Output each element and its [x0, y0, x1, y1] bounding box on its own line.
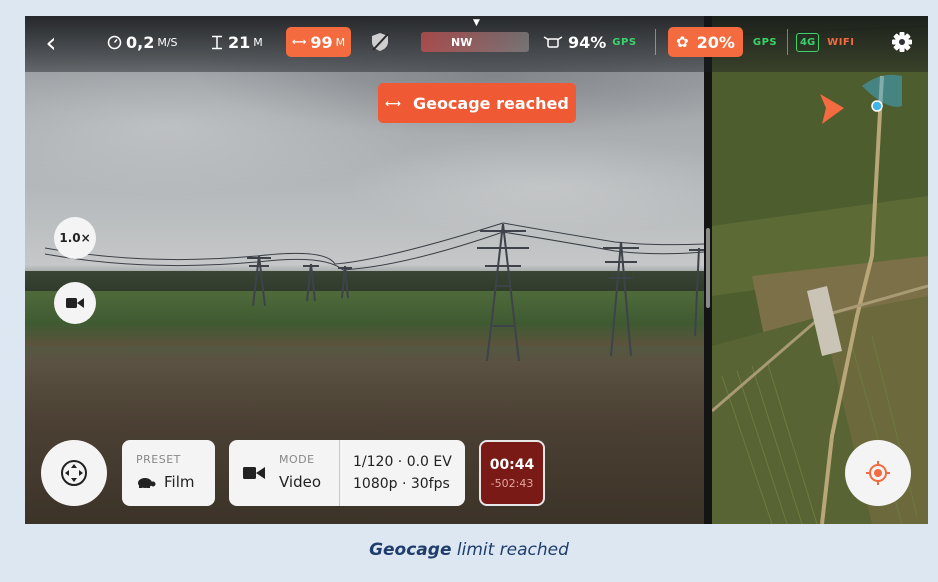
record-remaining: -502:43: [490, 476, 534, 490]
wifi-indicator: WIFI: [827, 36, 855, 48]
home-point-marker: [871, 100, 883, 112]
split-drag-handle[interactable]: [706, 228, 710, 308]
distance-limit-icon: ⟷: [385, 96, 401, 110]
distance-unit: M: [335, 35, 346, 49]
distance-readout: ⟷ 99 M: [286, 16, 352, 68]
controller-battery-readout: ✿ 20% GPS: [655, 16, 777, 68]
turtle-icon: [138, 478, 156, 488]
speed-readout: 0,2 M/S: [107, 16, 178, 68]
speed-gauge-icon: [107, 35, 122, 49]
preset-selector[interactable]: PRESET Film: [122, 440, 215, 506]
controller-battery-badge: ✿ 20%: [668, 27, 743, 57]
altitude-readout: 21 M: [211, 16, 263, 68]
altitude-icon: [212, 35, 222, 49]
settings-button[interactable]: [891, 16, 913, 68]
speed-value: 0,2: [126, 32, 155, 52]
back-button[interactable]: ‹: [39, 16, 63, 68]
obstacle-avoidance-status[interactable]: [371, 16, 389, 68]
joystick-toggle-button[interactable]: [41, 440, 107, 506]
card-divider: [339, 440, 340, 506]
gear-icon: [892, 32, 912, 52]
obstacle-shield-off-icon: [372, 33, 389, 51]
record-time: 00:44: [489, 456, 535, 473]
drone-battery-readout: 94% GPS: [543, 16, 637, 68]
exposure-readout: 1/120 · 0.0 EV: [353, 454, 452, 470]
zoom-button[interactable]: 1.0×: [54, 217, 96, 259]
fan-icon: ✿: [676, 33, 689, 51]
app-frame: ‹ 0,2 M/S 21 M ⟷ 99 M NW ▼ 94% GPS ✿ 20%…: [25, 16, 928, 524]
compass-pointer-icon: ▼: [473, 18, 480, 28]
video-mode-icon: [243, 467, 265, 479]
compass-bar: NW ▼: [421, 16, 529, 68]
distance-icon: ⟷: [292, 36, 307, 48]
network-4g-indicator: 4G: [796, 32, 820, 52]
distance-value: 99: [310, 32, 333, 52]
caption-rest: limit reached: [451, 540, 569, 560]
preset-value-row: Film: [136, 473, 194, 491]
crosshair-icon: [866, 461, 890, 485]
status-divider-2: [787, 29, 788, 55]
altitude-unit: M: [253, 35, 263, 49]
record-button[interactable]: 00:44 -502:43: [479, 440, 545, 506]
controller-battery-value: 20%: [696, 32, 735, 52]
geocage-alert-banner: ⟷ Geocage reached: [378, 83, 576, 123]
controller-gps-indicator: GPS: [752, 36, 778, 48]
video-camera-icon: [66, 298, 84, 308]
drone-icon: [543, 36, 563, 48]
back-icon: ‹: [45, 25, 57, 59]
preset-value: Film: [164, 473, 195, 491]
caption-bold: Geocage: [369, 540, 452, 560]
altitude-value: 21: [228, 32, 251, 52]
speed-unit: M/S: [157, 35, 178, 49]
mode-label: MODE: [279, 453, 315, 466]
compass-heading-label: NW: [451, 35, 473, 49]
drone-battery-value: 94%: [568, 32, 607, 52]
compass-strip: NW ▼: [421, 18, 529, 52]
recenter-map-button[interactable]: [845, 440, 911, 506]
preset-label: PRESET: [136, 453, 181, 466]
drone-gps-indicator: GPS: [612, 36, 637, 48]
mode-selector[interactable]: MODE Video: [229, 440, 339, 506]
zoom-label: 1.0×: [59, 231, 91, 245]
capture-mode-button[interactable]: [54, 282, 96, 324]
camera-settings-card[interactable]: MODE Video 1/120 · 0.0 EV 1080p · 30fps: [229, 440, 465, 506]
format-readout: 1080p · 30fps: [353, 476, 450, 492]
figure-caption: Geocage limit reached: [0, 540, 938, 560]
connectivity-indicators: 4G WIFI: [787, 16, 854, 68]
status-divider: [655, 29, 656, 55]
mode-value: Video: [279, 473, 322, 491]
joystick-icon: [61, 460, 87, 486]
distance-badge: ⟷ 99 M: [286, 27, 352, 57]
alert-text: Geocage reached: [412, 93, 569, 113]
